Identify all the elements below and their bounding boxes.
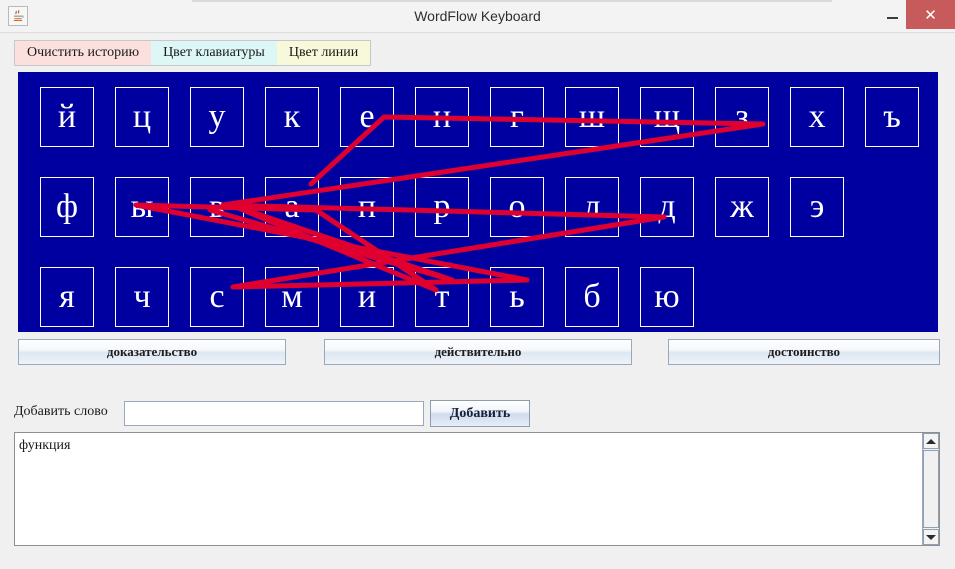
key-у[interactable]: у bbox=[190, 87, 244, 147]
key-р[interactable]: р bbox=[415, 177, 469, 237]
keyboard-panel[interactable]: йцукенгшщзхъ фывапролджэ ячсмитьбю bbox=[18, 72, 938, 332]
minimize-icon bbox=[886, 16, 898, 19]
scroll-down-arrow-icon bbox=[926, 534, 936, 540]
key-к[interactable]: к bbox=[265, 87, 319, 147]
window-title: WordFlow Keyboard bbox=[414, 8, 541, 24]
key-й[interactable]: й bbox=[40, 87, 94, 147]
key-о[interactable]: о bbox=[490, 177, 544, 237]
toolbar: Очистить историю Цвет клавиатуры Цвет ли… bbox=[14, 40, 372, 66]
history-text-content: функция bbox=[19, 438, 71, 453]
key-т[interactable]: т bbox=[415, 267, 469, 327]
key-ж[interactable]: ж bbox=[715, 177, 769, 237]
key-с[interactable]: с bbox=[190, 267, 244, 327]
line-color-button[interactable]: Цвет линии bbox=[276, 41, 371, 65]
scroll-up-arrow-icon bbox=[926, 438, 936, 444]
key-ь[interactable]: ь bbox=[490, 267, 544, 327]
key-э[interactable]: э bbox=[790, 177, 844, 237]
key-г[interactable]: г bbox=[490, 87, 544, 147]
application-window: WordFlow Keyboard ✕ Очистить историю Цве… bbox=[0, 0, 955, 569]
key-ш[interactable]: ш bbox=[565, 87, 619, 147]
window-bottom-strip bbox=[0, 553, 955, 569]
key-н[interactable]: н bbox=[415, 87, 469, 147]
add-word-button[interactable]: Добавить bbox=[430, 400, 530, 427]
scroll-down-button[interactable] bbox=[923, 529, 939, 545]
scrollbar-thumb[interactable] bbox=[923, 450, 939, 528]
key-щ[interactable]: щ bbox=[640, 87, 694, 147]
key-е[interactable]: е bbox=[340, 87, 394, 147]
suggestion-button-3[interactable]: достоинство bbox=[668, 339, 940, 365]
key-з[interactable]: з bbox=[715, 87, 769, 147]
key-л[interactable]: л bbox=[565, 177, 619, 237]
history-text-area[interactable]: функция bbox=[14, 432, 940, 546]
key-в[interactable]: в bbox=[190, 177, 244, 237]
key-ы[interactable]: ы bbox=[115, 177, 169, 237]
key-х[interactable]: х bbox=[790, 87, 844, 147]
key-п[interactable]: п bbox=[340, 177, 394, 237]
add-word-input[interactable] bbox=[124, 401, 424, 426]
suggestion-bar: доказательство действительно достоинство bbox=[18, 339, 940, 365]
keyboard-color-button[interactable]: Цвет клавиатуры bbox=[151, 41, 277, 65]
suggestion-button-2[interactable]: действительно bbox=[324, 339, 632, 365]
close-button[interactable]: ✕ bbox=[906, 0, 955, 29]
suggestion-button-1[interactable]: доказательство bbox=[18, 339, 286, 365]
clear-history-button[interactable]: Очистить историю bbox=[15, 41, 152, 65]
key-ф[interactable]: ф bbox=[40, 177, 94, 237]
key-ъ[interactable]: ъ bbox=[865, 87, 919, 147]
title-bar: WordFlow Keyboard ✕ bbox=[0, 0, 955, 33]
minimize-button[interactable] bbox=[878, 0, 906, 27]
key-и[interactable]: и bbox=[340, 267, 394, 327]
history-scrollbar[interactable] bbox=[922, 433, 939, 545]
key-д[interactable]: д bbox=[640, 177, 694, 237]
key-ч[interactable]: ч bbox=[115, 267, 169, 327]
key-ц[interactable]: ц bbox=[115, 87, 169, 147]
key-а[interactable]: а bbox=[265, 177, 319, 237]
key-б[interactable]: б bbox=[565, 267, 619, 327]
key-м[interactable]: м bbox=[265, 267, 319, 327]
scroll-up-button[interactable] bbox=[923, 433, 939, 449]
key-ю[interactable]: ю bbox=[640, 267, 694, 327]
key-я[interactable]: я bbox=[40, 267, 94, 327]
add-word-label: Добавить слово bbox=[14, 404, 108, 419]
